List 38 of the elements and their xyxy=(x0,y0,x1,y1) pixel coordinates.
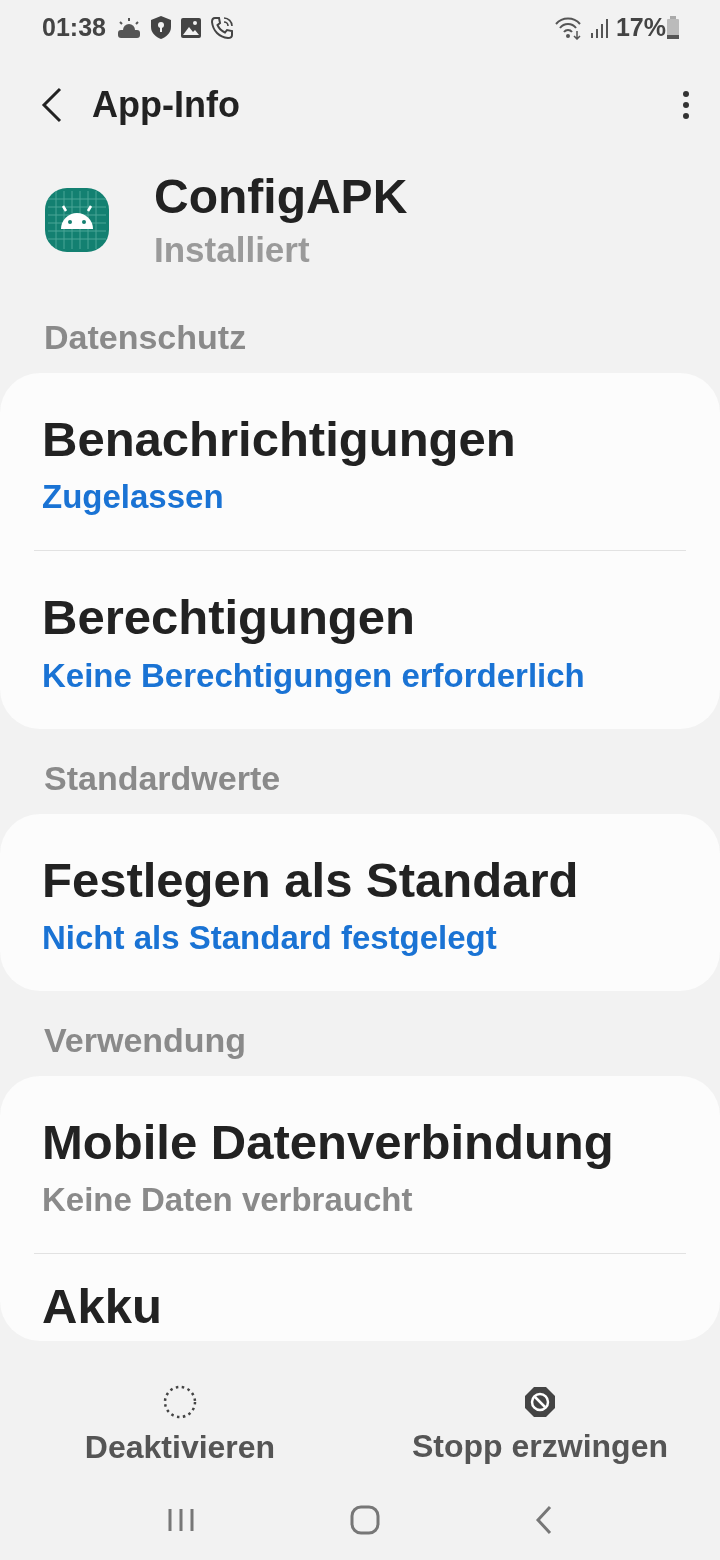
settings-item[interactable]: Akku xyxy=(34,1253,686,1342)
item-title: Festlegen als Standard xyxy=(42,851,580,909)
settings-item[interactable]: Mobile Datenverbindung Keine Daten verbraucht xyxy=(34,1075,686,1253)
settings-item[interactable]: Festlegen als Standard Nicht als Standard festgelegt xyxy=(34,813,686,991)
app-status: Installiert xyxy=(154,230,311,270)
item-title: Benachrichtigungen xyxy=(42,411,517,468)
disable-button[interactable]: Deaktivieren xyxy=(0,1384,360,1466)
signal-icon xyxy=(589,16,610,39)
section-header: Verwendung xyxy=(43,1019,248,1061)
shield-icon xyxy=(149,15,172,40)
item-subtitle: Zugelassen xyxy=(42,478,225,517)
section-header: Datenschutz xyxy=(43,317,248,358)
settings-item[interactable]: Benachrichtigungen Zugelassen xyxy=(34,373,686,551)
item-title: Berechtigungen xyxy=(42,589,416,647)
dotted-circle-icon xyxy=(163,1384,197,1419)
status-time: 01:38 xyxy=(42,13,106,42)
settings-item[interactable]: Berechtigungen Keine Berechtigungen erforderlich xyxy=(34,550,686,729)
sunrise-icon xyxy=(115,16,142,39)
item-subtitle: Nicht als Standard festgelegt xyxy=(42,918,498,957)
item-title: Mobile Datenverbindung xyxy=(42,1113,615,1171)
android-app-icon xyxy=(44,186,110,253)
more-options-icon[interactable] xyxy=(682,90,690,120)
image-icon xyxy=(179,16,202,39)
item-subtitle: Keine Daten verbraucht xyxy=(42,1181,414,1219)
recent-apps-icon[interactable] xyxy=(167,1507,196,1533)
page-title: App-Info xyxy=(92,84,240,126)
stop-icon xyxy=(524,1385,556,1418)
item-subtitle: Keine Berechtigungen erforderlich xyxy=(42,656,586,695)
home-icon[interactable] xyxy=(350,1505,380,1535)
battery-icon xyxy=(666,15,680,40)
back-icon[interactable] xyxy=(40,87,64,123)
phone-icon xyxy=(209,15,234,40)
item-title: Akku xyxy=(42,1278,163,1335)
force-stop-button[interactable]: Stopp erzwingen xyxy=(360,1385,720,1465)
battery-percentage: 17% xyxy=(615,13,666,42)
wifi-icon xyxy=(553,15,584,40)
app-name: ConfigAPK xyxy=(154,169,408,224)
section-header: Standardwerte xyxy=(43,757,282,799)
